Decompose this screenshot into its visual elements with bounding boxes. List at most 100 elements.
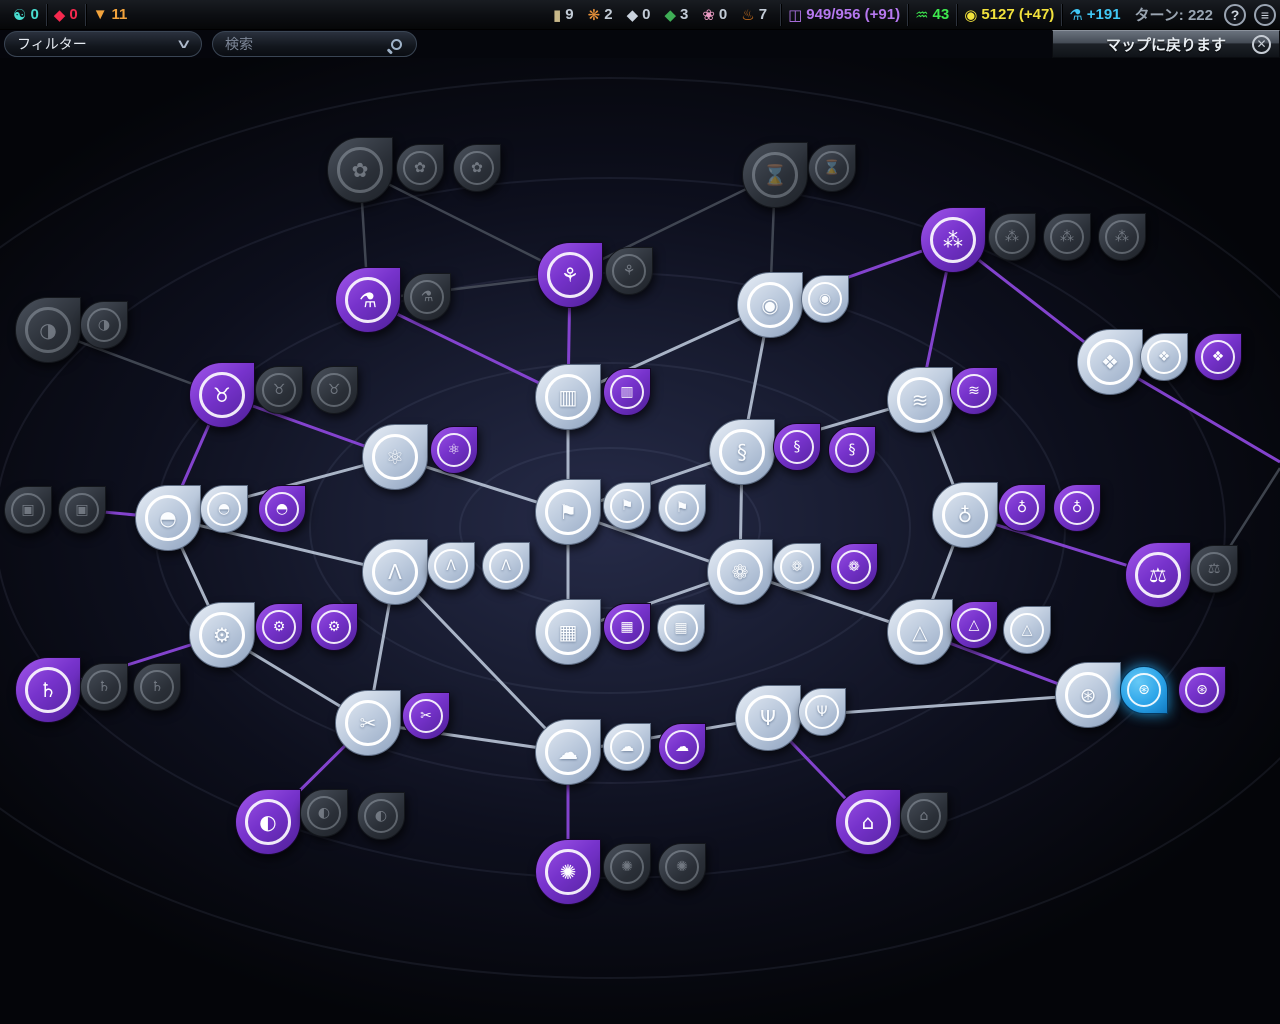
tech-leaf-ecology-flower-2[interactable]: ❁ <box>830 543 878 591</box>
tech-leaf-photonics-chip-2[interactable]: ✺ <box>658 843 706 891</box>
tech-node-social-network[interactable]: ⁂ <box>920 207 986 273</box>
tech-node-astronomy-planet[interactable]: ♄ <box>15 657 81 723</box>
tech-leaf-alien-biology-1[interactable]: ♁ <box>998 484 1046 532</box>
tech-leaf-robotics-arm-2[interactable]: ⚙ <box>310 603 358 651</box>
return-to-map-button[interactable]: マップに戻ります ✕ <box>1052 30 1280 58</box>
tech-node-fabrication-laser[interactable]: ✂ <box>335 690 401 756</box>
tech-leaf-cybernetics-head-1[interactable]: ◑ <box>80 301 128 349</box>
tech-node-chemistry-tubes[interactable]: ▥ <box>535 364 601 430</box>
tech-leaf-astronomy-planet-1[interactable]: ♄ <box>80 663 128 711</box>
tech-leaf-combat-helmet-2[interactable]: ◓ <box>258 485 306 533</box>
tech-leaf-ecology-flower-1[interactable]: ❁ <box>773 543 821 591</box>
tech-leaf-plant-dome-1[interactable]: ⚘ <box>605 247 653 295</box>
orbit-pod-icon: ♁ <box>1072 501 1082 515</box>
planet-icon: ♄ <box>151 680 164 694</box>
tech-leaf-social-network-3[interactable]: ⁂ <box>1098 213 1146 261</box>
tech-node-engineering-compass[interactable]: Λ <box>362 539 428 605</box>
tech-leaf-computing-chip-1[interactable]: ▦ <box>603 603 651 651</box>
tech-leaf-human-enhancement-2[interactable]: ♉ <box>310 366 358 414</box>
tech-leaf-circuitry-1[interactable]: ▣ <box>58 486 106 534</box>
tech-node-robotics-arm[interactable]: ⚙ <box>189 602 255 668</box>
tech-node-orbital-network[interactable]: ⊛ <box>1055 662 1121 728</box>
tech-leaf-gene-design-1[interactable]: ≋ <box>950 367 998 415</box>
node-ring: ⊛ <box>1127 673 1161 707</box>
tech-leaf-law-scales-1[interactable]: ⚖ <box>1190 545 1238 593</box>
scales-icon: ⚖ <box>1149 565 1167 585</box>
tech-leaf-pioneering-flag-2[interactable]: ⚑ <box>658 484 706 532</box>
close-icon[interactable]: ✕ <box>1252 35 1271 54</box>
tech-node-gene-design[interactable]: ≋ <box>887 367 953 433</box>
tech-node-law-scales[interactable]: ⚖ <box>1125 542 1191 608</box>
tech-leaf-combat-helmet-1[interactable]: ◓ <box>200 485 248 533</box>
green-crystal-stat: ◆3 <box>657 6 695 24</box>
brain-icon: ☁ <box>620 740 634 754</box>
tech-node-ai-head[interactable]: ◐ <box>235 789 301 855</box>
tech-node-photonics-chip[interactable]: ✺ <box>535 839 601 905</box>
tech-node-plant-dome[interactable]: ⚘ <box>537 242 603 308</box>
node-ring: ▦ <box>664 611 698 645</box>
tech-leaf-fabrication-laser-1[interactable]: ✂ <box>402 692 450 740</box>
tech-leaf-alien-biology-2[interactable]: ♁ <box>1053 484 1101 532</box>
tech-node-computing-chip[interactable]: ▦ <box>535 599 601 665</box>
tech-node-arcology-pyramid[interactable]: △ <box>887 599 953 665</box>
tech-leaf-orbital-network-2[interactable]: ⊛ <box>1178 666 1226 714</box>
tech-leaf-ai-head-2[interactable]: ◐ <box>357 792 405 840</box>
tech-leaf-communications-tower-1[interactable]: Ψ <box>798 688 846 736</box>
tech-node-genetic-mapping[interactable]: § <box>709 419 775 485</box>
tech-leaf-cognition-brain-1[interactable]: ☁ <box>603 723 651 771</box>
chevron-down-icon: ∨ <box>176 36 193 52</box>
tech-node-human-enhancement[interactable]: ♉ <box>189 362 255 428</box>
tech-node-habitat-dome[interactable]: ⌂ <box>835 789 901 855</box>
tech-leaf-social-network-2[interactable]: ⁂ <box>1043 213 1091 261</box>
tech-node-microscope[interactable]: ⚗ <box>335 267 401 333</box>
tech-leaf-photonics-chip-1[interactable]: ✺ <box>603 843 651 891</box>
tech-leaf-engineering-compass-2[interactable]: Λ <box>482 542 530 590</box>
tech-node-communications-tower[interactable]: Ψ <box>735 685 801 751</box>
tech-web-canvas[interactable]: ✿✿✿⌛⌛⁂⁂⁂⁂⚘⚘⚗⚗◑◑◉◉❖❖❖♉♉♉▥▥≋≋⚛⚛§§§▣▣◓◓◓⚑⚑⚑… <box>0 58 1280 1024</box>
tech-leaf-ai-head-1[interactable]: ◐ <box>300 789 348 837</box>
tech-leaf-cognition-brain-2[interactable]: ☁ <box>658 723 706 771</box>
orbital-net-icon: ⊛ <box>1196 683 1208 697</box>
tech-node-psychology[interactable]: ◉ <box>737 272 803 338</box>
tech-leaf-astronomy-planet-2[interactable]: ♄ <box>133 663 181 711</box>
tech-leaf-leaf-2[interactable]: ✿ <box>453 144 501 192</box>
tech-node-pioneering-flag[interactable]: ⚑ <box>535 479 601 545</box>
tech-leaf-genetics-1[interactable]: ⌛ <box>808 144 856 192</box>
tech-leaf-genetic-mapping-1[interactable]: § <box>773 423 821 471</box>
tech-leaf-genetic-mapping-2[interactable]: § <box>828 426 876 474</box>
tech-leaf-arcology-pyramid-1[interactable]: △ <box>950 601 998 649</box>
filter-dropdown[interactable]: フィルター ∨ <box>4 31 202 57</box>
tech-node-circuitry[interactable]: ▣ <box>4 486 52 534</box>
search-input[interactable] <box>225 36 375 52</box>
tech-node-cybernetics-head[interactable]: ◑ <box>15 297 81 363</box>
tech-leaf-orbital-network-1[interactable]: ⊛ <box>1120 666 1168 714</box>
tech-leaf-pioneering-flag-1[interactable]: ⚑ <box>603 482 651 530</box>
tech-leaf-psychology-1[interactable]: ◉ <box>801 275 849 323</box>
tech-leaf-dna-schema-1[interactable]: ❖ <box>1140 333 1188 381</box>
tech-leaf-social-network-1[interactable]: ⁂ <box>988 213 1036 261</box>
tech-leaf-physics-atom-1[interactable]: ⚛ <box>430 426 478 474</box>
energy-stat: ◉ 5127 (+47) <box>957 6 1061 24</box>
compass-icon: Λ <box>446 559 456 573</box>
search-icon[interactable] <box>391 39 402 50</box>
tech-node-ecology-flower[interactable]: ❁ <box>707 539 773 605</box>
tech-leaf-engineering-compass-1[interactable]: Λ <box>427 542 475 590</box>
menu-button[interactable]: ≡ <box>1254 4 1276 26</box>
tech-leaf-leaf-1[interactable]: ✿ <box>396 144 444 192</box>
tech-node-leaf[interactable]: ✿ <box>327 137 393 203</box>
tech-leaf-human-enhancement-1[interactable]: ♉ <box>255 366 303 414</box>
tech-leaf-computing-chip-2[interactable]: ▦ <box>657 604 705 652</box>
help-button[interactable]: ? <box>1224 4 1246 26</box>
tech-node-genetics[interactable]: ⌛ <box>742 142 808 208</box>
tech-node-dna-schema[interactable]: ❖ <box>1077 329 1143 395</box>
tech-node-physics-atom[interactable]: ⚛ <box>362 424 428 490</box>
tech-leaf-arcology-pyramid-2[interactable]: △ <box>1003 606 1051 654</box>
tech-leaf-chemistry-tubes-1[interactable]: ▥ <box>603 368 651 416</box>
tech-node-alien-biology[interactable]: ♁ <box>932 482 998 548</box>
tech-leaf-robotics-arm-1[interactable]: ⚙ <box>255 603 303 651</box>
tech-node-cognition-brain[interactable]: ☁ <box>535 719 601 785</box>
tech-leaf-habitat-dome-1[interactable]: ⌂ <box>900 792 948 840</box>
tech-leaf-microscope-1[interactable]: ⚗ <box>403 273 451 321</box>
tech-node-combat-helmet[interactable]: ◓ <box>135 485 201 551</box>
tech-leaf-dna-schema-2[interactable]: ❖ <box>1194 333 1242 381</box>
